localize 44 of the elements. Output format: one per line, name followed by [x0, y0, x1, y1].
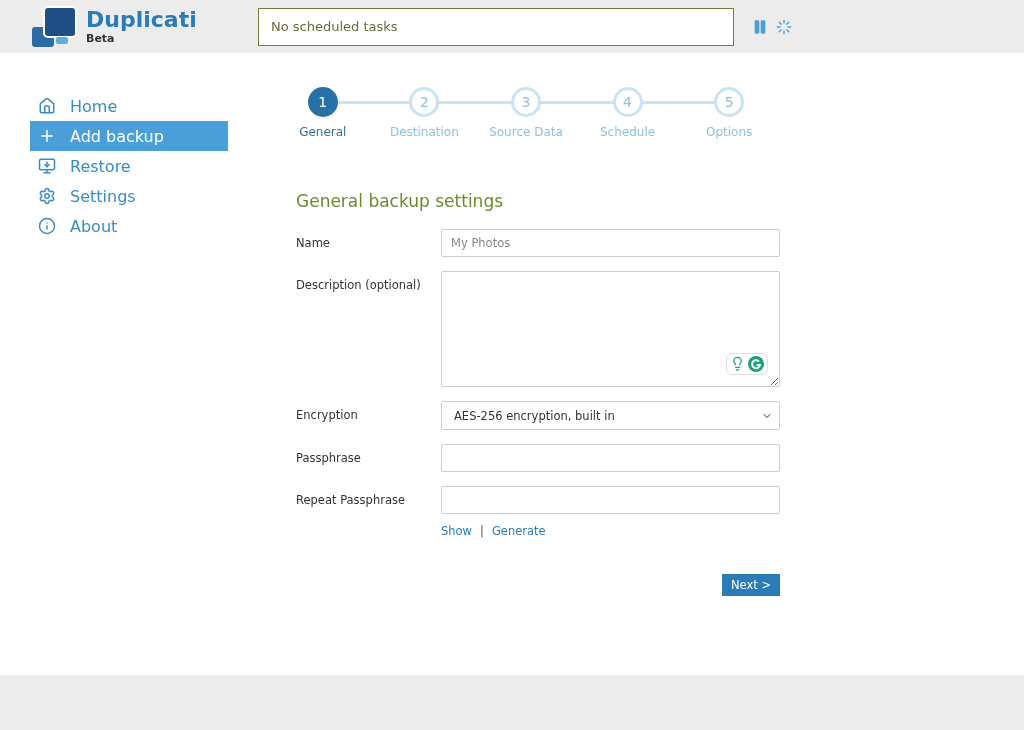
step-label[interactable]: Source Data — [489, 125, 563, 139]
step-label[interactable]: Options — [706, 125, 753, 139]
status-message: No scheduled tasks — [258, 7, 734, 46]
encryption-select[interactable]: AES-256 encryption, built in — [441, 401, 780, 430]
sidebar-item[interactable]: Settings — [30, 181, 228, 211]
spinner-icon — [776, 18, 792, 35]
link-separator: | — [480, 524, 484, 538]
description-field[interactable] — [441, 271, 780, 387]
home-icon — [38, 97, 56, 115]
logo-icon — [32, 4, 80, 49]
g-letter-icon — [748, 356, 764, 372]
section-title: General backup settings — [296, 191, 505, 211]
lightbulb-icon — [730, 356, 745, 371]
logo-subtitle: Beta — [86, 32, 116, 45]
sidebar-item[interactable]: Add backup — [30, 121, 228, 151]
grammar-widget[interactable] — [726, 353, 768, 375]
passphrase-field[interactable] — [441, 486, 780, 514]
name-field[interactable]: My Photos — [441, 229, 780, 257]
step-number[interactable]: 5 — [714, 87, 745, 117]
sidebar-item[interactable]: About — [30, 211, 228, 241]
field-label: Repeat Passphrase — [296, 492, 406, 509]
step-number[interactable]: 4 — [612, 87, 643, 117]
monitor-download-icon — [38, 157, 56, 175]
plus-icon — [38, 127, 56, 145]
field-label: Description (optional) — [296, 277, 422, 294]
step-label[interactable]: Destination — [389, 125, 459, 139]
field-label: Passphrase — [296, 450, 362, 467]
logo-title: Duplicati — [86, 8, 197, 32]
pause-icon[interactable] — [752, 18, 768, 35]
info-icon — [38, 217, 56, 235]
field-label: Encryption — [296, 407, 359, 424]
show-link[interactable]: Show — [441, 524, 473, 538]
settings-icon — [38, 187, 56, 205]
step-number[interactable]: 1 — [307, 87, 338, 117]
sidebar-item[interactable]: Home — [30, 91, 228, 121]
step-label[interactable]: Schedule — [600, 125, 656, 139]
generate-link[interactable]: Generate — [491, 524, 546, 538]
field-label: Name — [296, 235, 331, 252]
step-label[interactable]: General — [299, 125, 347, 139]
passphrase-field[interactable] — [441, 444, 780, 472]
next-button[interactable]: Next > — [722, 574, 780, 596]
sidebar-item[interactable]: Restore — [30, 151, 228, 181]
step-number[interactable]: 2 — [409, 87, 440, 117]
step-number[interactable]: 3 — [511, 87, 541, 117]
